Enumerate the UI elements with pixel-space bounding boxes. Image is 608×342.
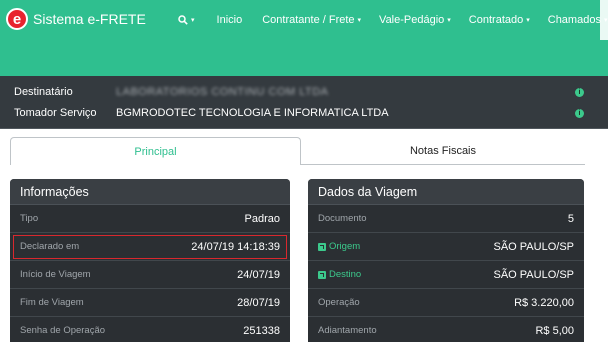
tomador-row: Tomador Serviço BGMRODOTEC TECNOLOGIA E …	[14, 102, 584, 124]
row-label: Origem	[329, 241, 361, 252]
highlight-box	[13, 235, 287, 259]
destinatario-row: Destinatário LABORATORIOS CONTINU COM LT…	[14, 81, 584, 103]
row-value: 5	[567, 212, 574, 225]
panel-title: Dados da Viagem	[308, 179, 584, 205]
tab-label: Notas Fiscais	[409, 145, 477, 157]
info-row-fim-viagem: Fim de Viagem 28/07/19	[10, 289, 290, 317]
row-label: Fim de Viagem	[20, 297, 84, 308]
nav-item-contratante-frete[interactable]: Contratante / Frete ▾	[262, 14, 361, 26]
row-label: Destino	[329, 269, 362, 280]
row-value: SÃO PAULO/SP	[493, 240, 575, 253]
panel-title: Informações	[10, 179, 290, 205]
viagem-row-adiantamento: Adiantamento R$ 5,00	[308, 317, 584, 342]
app-title: Sistema e-FRETE	[33, 11, 146, 27]
viagem-row-destino: Destino SÃO PAULO/SP	[308, 261, 584, 289]
tomador-label: Tomador Serviço	[14, 107, 97, 119]
info-row-tipo: Tipo Padrao	[10, 205, 290, 233]
row-value: R$ 5,00	[535, 324, 574, 337]
info-row-declarado-em: Declarado em 24/07/19 14:18:39	[10, 233, 290, 261]
row-label: Senha de Operação	[20, 325, 106, 336]
search-menu[interactable]: ▾	[178, 14, 195, 26]
chevron-down-icon: ▾	[526, 17, 530, 24]
dados-viagem-panel: Dados da Viagem Documento 5 Origem SÃO P…	[308, 179, 584, 342]
nav-item-label: Contratante / Frete	[262, 14, 355, 26]
nav-item-label: Vale-Pedágio	[379, 14, 445, 26]
viagem-row-operacao: Operação R$ 3.220,00	[308, 289, 584, 317]
row-value: 251338	[243, 324, 280, 337]
info-row-inicio-viagem: Início de Viagem 24/07/19	[10, 261, 290, 289]
row-value: SÃO PAULO/SP	[493, 268, 575, 281]
nav-item-vale-pedagio[interactable]: Vale-Pedágio ▾	[379, 14, 451, 26]
chevron-down-icon: ▾	[447, 17, 451, 24]
destinatario-label: Destinatário	[14, 86, 73, 98]
row-value: Padrao	[244, 212, 280, 225]
app-logo: e	[6, 8, 28, 30]
destino-link[interactable]: Destino	[318, 269, 361, 280]
nav-item-contratado[interactable]: Contratado ▾	[469, 14, 530, 26]
external-link-icon	[318, 242, 326, 251]
info-row-senha-operacao: Senha de Operação 251338	[10, 317, 290, 342]
row-value: 28/07/19	[237, 296, 280, 309]
chevron-down-icon: ▾	[191, 17, 195, 24]
row-label: Adiantamento	[318, 325, 377, 336]
tomador-value: BGMRODOTEC TECNOLOGIA E INFORMATICA LTDA	[116, 107, 389, 119]
chevron-down-icon: ▾	[357, 17, 362, 24]
row-label: Tipo	[20, 213, 39, 224]
informacoes-panel: Informações Tipo Padrao Declarado em 24/…	[10, 179, 290, 342]
top-navbar: e Sistema e-FRETE ▾ Inicio Contratante /…	[0, 0, 608, 76]
tab-divider	[301, 164, 585, 165]
search-icon	[178, 15, 188, 25]
nav-item-chamados[interactable]: Chamados ▾	[548, 14, 608, 26]
tab-notas-fiscais[interactable]: Notas Fiscais	[301, 137, 585, 165]
nav-item-inicio[interactable]: Inicio	[217, 14, 243, 26]
viagem-row-documento: Documento 5	[308, 205, 584, 233]
viagem-row-origem: Origem SÃO PAULO/SP	[308, 233, 584, 261]
row-label: Operação	[318, 297, 360, 308]
nav-item-label: Contratado	[468, 14, 524, 26]
destinatario-value: LABORATORIOS CONTINU COM LTDA	[116, 86, 329, 98]
nav-item-label: Chamados	[547, 14, 601, 26]
external-link-icon	[318, 270, 326, 279]
info-icon[interactable]: i	[575, 108, 584, 118]
brand[interactable]: e Sistema e-FRETE	[6, 8, 146, 30]
parties-strip: Destinatário LABORATORIOS CONTINU COM LT…	[0, 76, 608, 129]
tab-label: Principal	[134, 145, 177, 158]
origem-link[interactable]: Origem	[318, 241, 360, 252]
row-label: Documento	[318, 213, 367, 224]
row-value: R$ 3.220,00	[514, 296, 574, 309]
main-menu: ▾ Inicio Contratante / Frete ▾ Vale-Pedá…	[178, 14, 607, 26]
tab-principal[interactable]: Principal	[10, 137, 301, 165]
row-value: 24/07/19	[237, 268, 280, 281]
info-icon[interactable]: i	[575, 87, 584, 97]
nav-item-label: Inicio	[216, 14, 243, 26]
navbar-edge	[600, 0, 608, 40]
row-label: Início de Viagem	[20, 269, 91, 280]
